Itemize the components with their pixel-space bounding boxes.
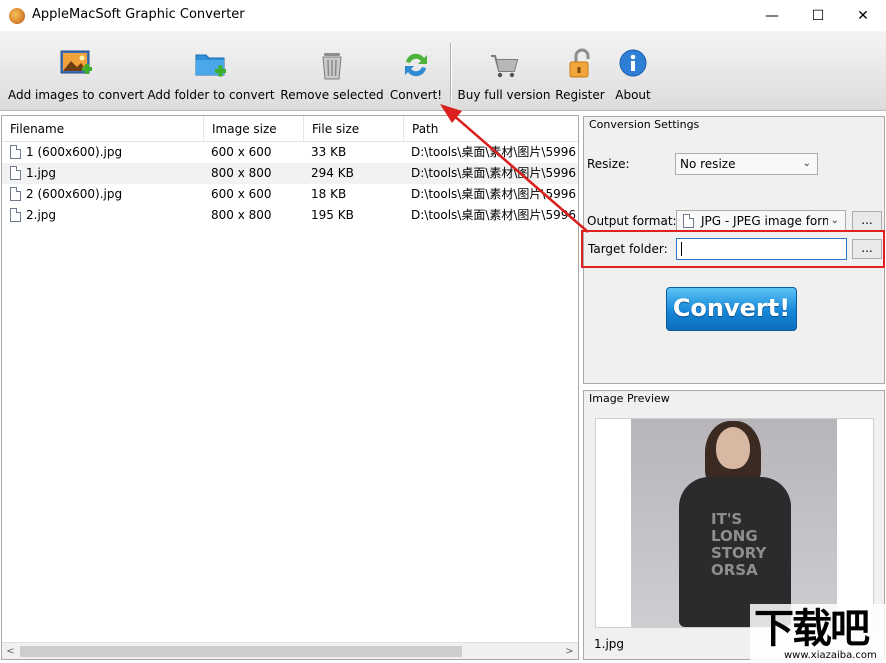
highlight-annotation-box [581, 230, 885, 268]
column-file-size[interactable]: File size [304, 116, 404, 142]
cell-path: D:\tools\桌面\素材\图片\5996 [411, 166, 577, 180]
file-icon [683, 214, 694, 228]
file-list-header: Filename Image size File size Path [2, 116, 578, 142]
file-icon [10, 145, 21, 159]
register-button[interactable]: Register [555, 31, 605, 111]
cell-filename: 1 (600x600).jpg [26, 145, 123, 159]
dress-print-text: IT'S LONG STORY ORSA [711, 510, 767, 579]
add-images-button[interactable]: Add images to convert [8, 31, 144, 111]
maximize-button[interactable]: ☐ [795, 0, 841, 31]
column-image-size[interactable]: Image size [204, 116, 304, 142]
cell-path: D:\tools\桌面\素材\图片\5996 [411, 208, 577, 222]
cell-image-size: 600 x 600 [211, 145, 272, 159]
cell-image-size: 600 x 600 [211, 187, 272, 201]
window-title: AppleMacSoft Graphic Converter [32, 7, 245, 22]
watermark-main-text: 下载吧 [754, 606, 870, 652]
resize-label: Resize: [587, 157, 630, 171]
watermark-logo: 下载吧 www.xiazaiba.com [750, 604, 886, 663]
scroll-left-icon[interactable]: < [2, 643, 19, 659]
watermark-url-text: www.xiazaiba.com [784, 650, 877, 661]
about-button[interactable]: About [612, 31, 654, 111]
add-images-icon [58, 47, 94, 83]
remove-selected-button[interactable]: Remove selected [280, 31, 384, 111]
chevron-down-icon: ⌄ [802, 158, 811, 169]
buy-full-version-button[interactable]: Buy full version [457, 31, 551, 111]
add-images-label: Add images to convert [7, 88, 145, 102]
table-row[interactable]: 2.jpg 800 x 800 195 KB D:\tools\桌面\素材\图片… [2, 205, 578, 226]
info-icon [615, 47, 651, 83]
file-icon [10, 187, 21, 201]
convert-refresh-icon [398, 47, 434, 83]
preview-photo: IT'S LONG STORY ORSA [631, 419, 837, 627]
add-folder-button[interactable]: Add folder to convert [147, 31, 275, 111]
register-label: Register [555, 88, 605, 102]
cell-filename: 2.jpg [26, 208, 57, 222]
cell-filename: 2 (600x600).jpg [26, 187, 123, 201]
convert-toolbar-button[interactable]: Convert! [389, 31, 443, 111]
output-format-value: JPG - JPEG image form [701, 214, 834, 228]
horizontal-scrollbar[interactable]: < > [2, 642, 578, 659]
buy-full-version-label: Buy full version [457, 88, 551, 102]
add-folder-label: Add folder to convert [147, 88, 275, 102]
preview-filename: 1.jpg [594, 637, 625, 651]
table-row[interactable]: 1.jpg 800 x 800 294 KB D:\tools\桌面\素材\图片… [2, 163, 578, 184]
toolbar: Add images to convert Add folder to conv… [0, 31, 886, 111]
cell-file-size: 294 KB [311, 166, 354, 180]
cell-path: D:\tools\桌面\素材\图片\5996 [411, 187, 577, 201]
file-icon [10, 208, 21, 222]
scrollbar-thumb[interactable] [20, 646, 462, 657]
output-format-browse-button[interactable]: ... [852, 211, 882, 231]
column-filename[interactable]: Filename [2, 116, 204, 142]
photo-face [716, 427, 750, 469]
output-format-select[interactable]: JPG - JPEG image form ⌄ [676, 210, 846, 232]
folder-add-icon [193, 47, 229, 83]
cell-image-size: 800 x 800 [211, 208, 272, 222]
toolbar-separator [450, 43, 451, 103]
cell-path: D:\tools\桌面\素材\图片\5996 [411, 145, 577, 159]
file-icon [10, 166, 21, 180]
cell-filename: 1.jpg [26, 166, 57, 180]
convert-toolbar-label: Convert! [389, 88, 443, 102]
conversion-settings-title: Conversion Settings [587, 118, 702, 131]
convert-button[interactable]: Convert! [666, 287, 797, 331]
cell-image-size: 800 x 800 [211, 166, 272, 180]
cell-file-size: 195 KB [311, 208, 354, 222]
trash-icon [314, 47, 350, 83]
cell-file-size: 33 KB [311, 145, 347, 159]
table-row[interactable]: 1 (600x600).jpg 600 x 600 33 KB D:\tools… [2, 142, 578, 163]
app-icon [9, 8, 25, 24]
table-row[interactable]: 2 (600x600).jpg 600 x 600 18 KB D:\tools… [2, 184, 578, 205]
output-format-label: Output format: [587, 214, 677, 228]
minimize-button[interactable]: — [749, 0, 795, 31]
scroll-right-icon[interactable]: > [561, 643, 578, 659]
chevron-down-icon: ⌄ [827, 211, 839, 231]
image-preview-area: IT'S LONG STORY ORSA [595, 418, 874, 628]
padlock-icon [562, 47, 598, 83]
image-preview-title: Image Preview [587, 392, 672, 405]
about-label: About [615, 88, 651, 102]
title-bar: AppleMacSoft Graphic Converter — ☐ ✕ [0, 0, 886, 31]
close-button[interactable]: ✕ [840, 0, 886, 31]
file-list[interactable]: Filename Image size File size Path 1 (60… [1, 115, 579, 660]
remove-selected-label: Remove selected [280, 88, 384, 102]
shopping-cart-icon [486, 47, 522, 83]
resize-value: No resize [680, 157, 736, 171]
column-path[interactable]: Path [404, 116, 578, 142]
resize-select[interactable]: No resize ⌄ [675, 153, 818, 175]
cell-file-size: 18 KB [311, 187, 347, 201]
